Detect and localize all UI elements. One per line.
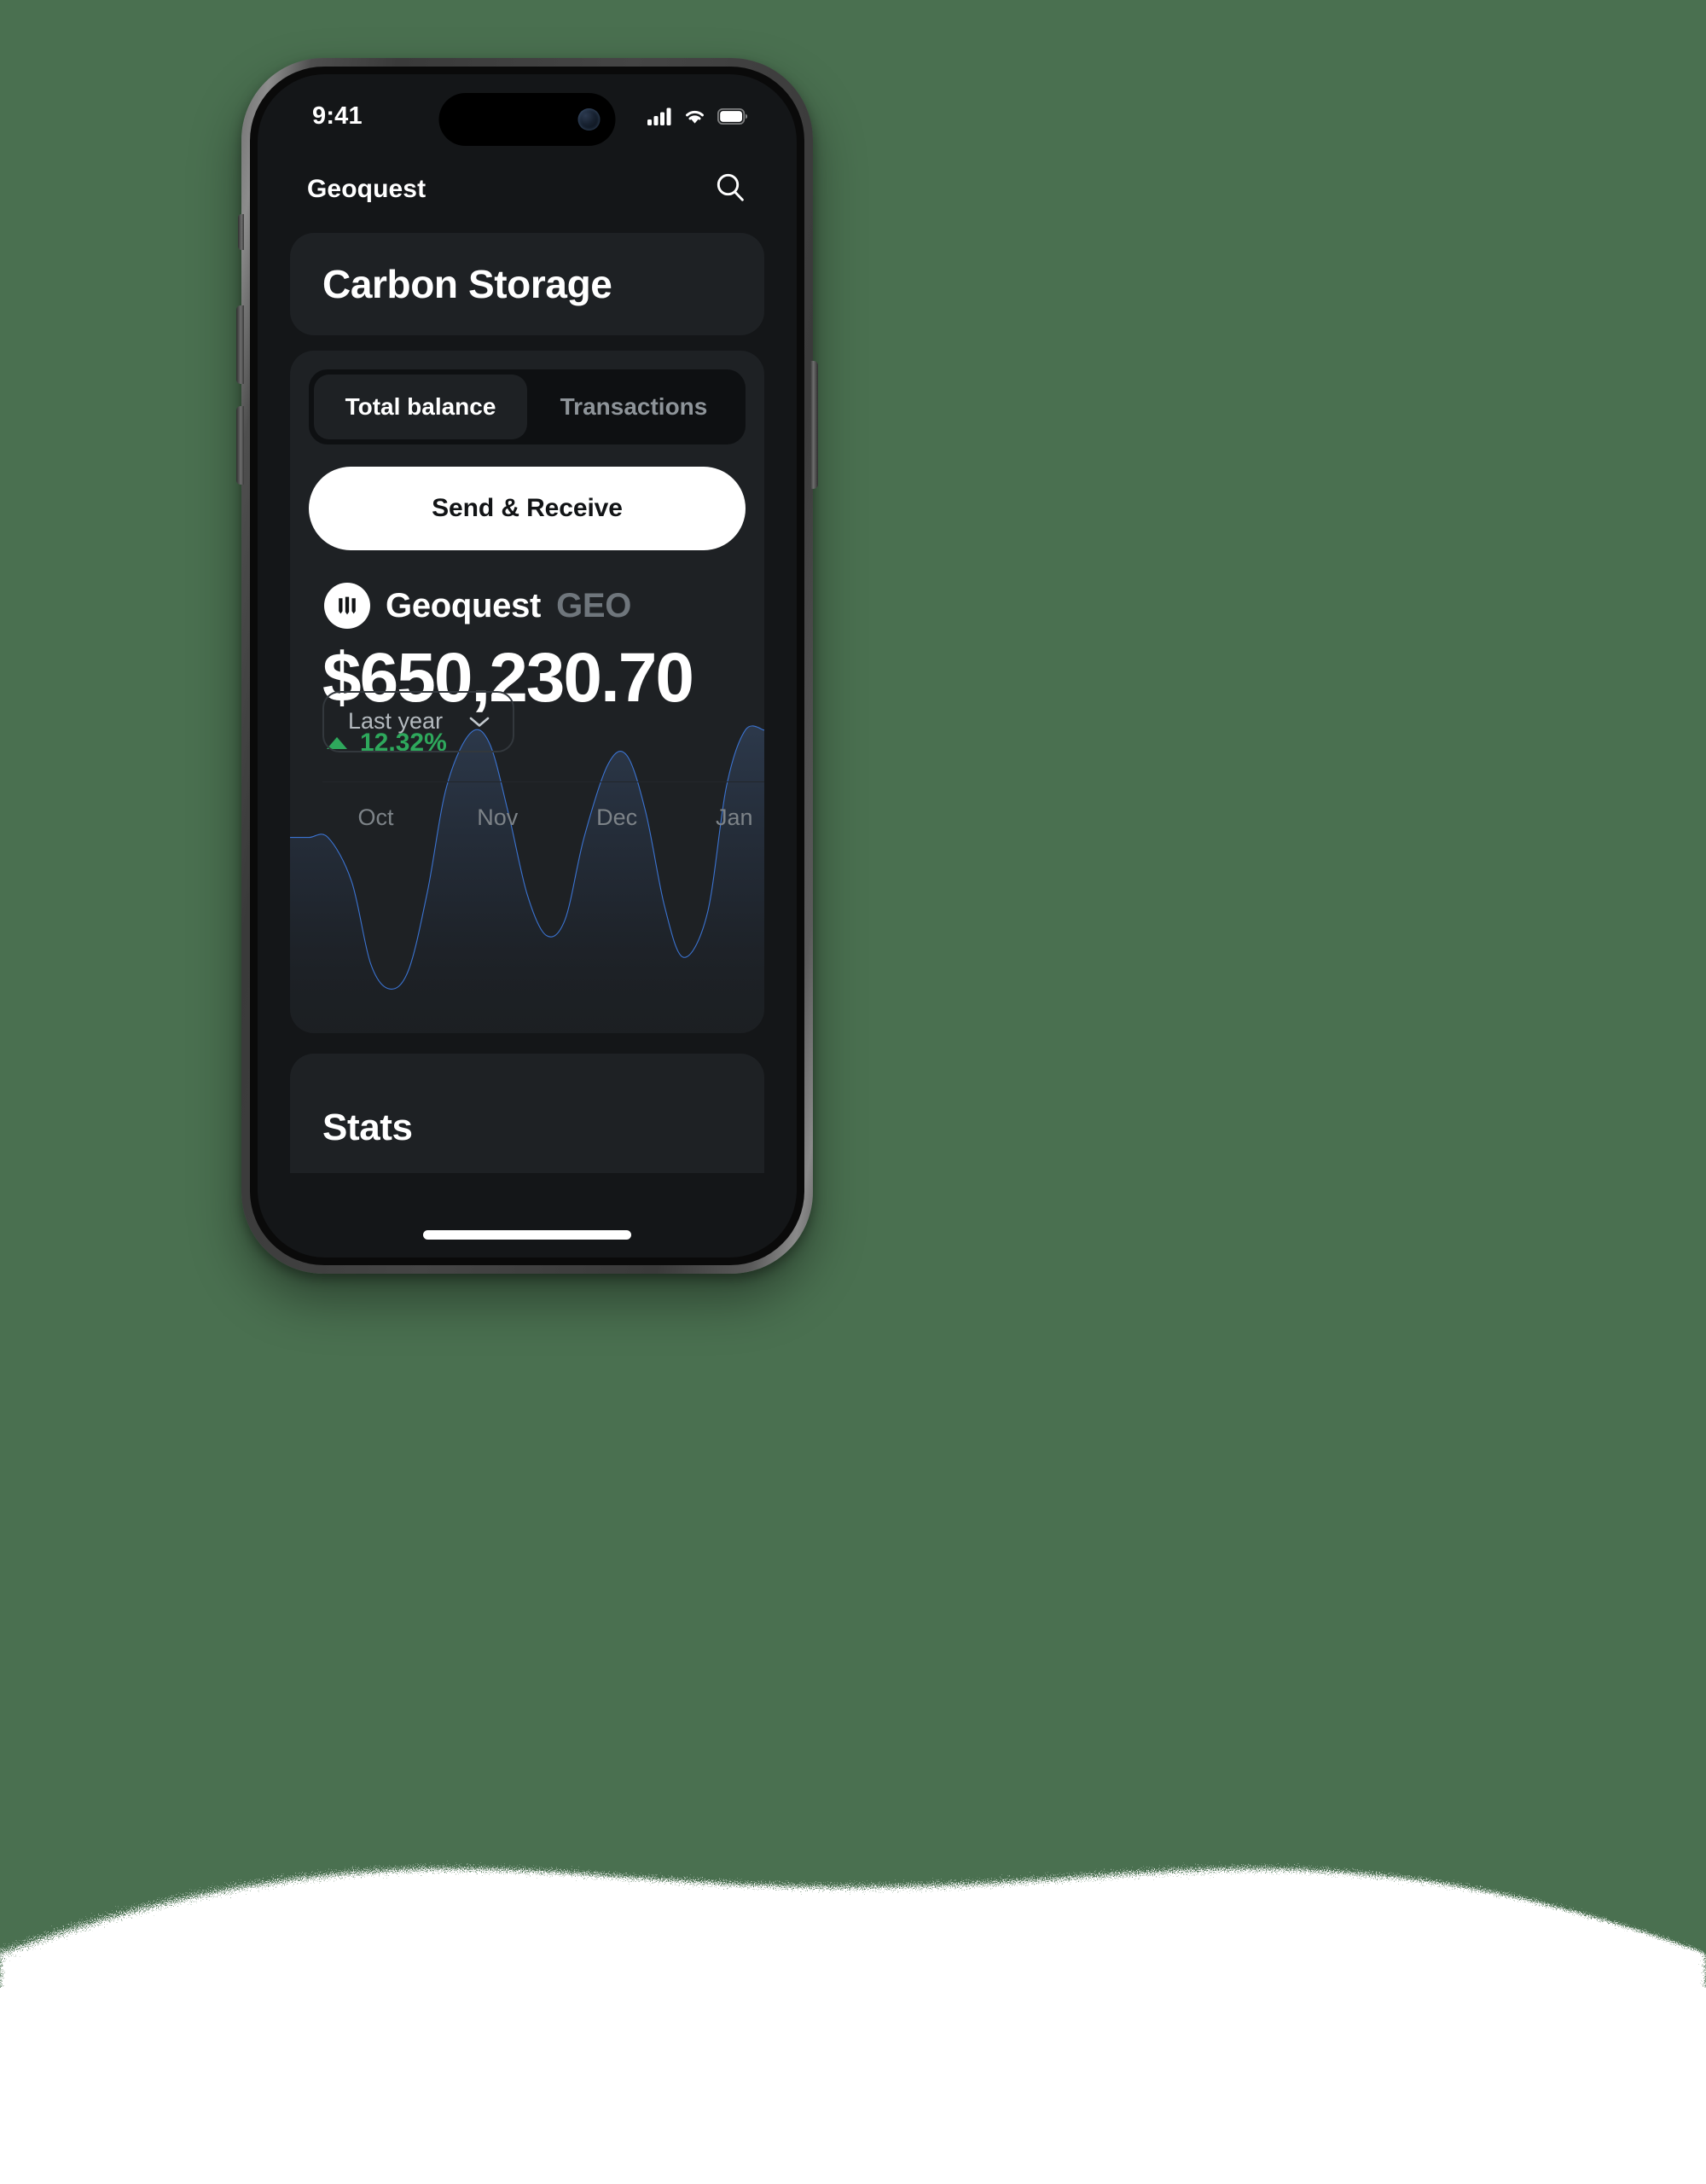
status-time: 9:41: [312, 102, 363, 130]
axis-label-jan: Jan: [716, 804, 753, 830]
battery-icon: [717, 107, 747, 125]
search-icon: [717, 173, 744, 201]
page-title-card: Carbon Storage: [290, 233, 764, 335]
app-title: Geoquest: [307, 175, 426, 203]
token-row: Geoquest GEO: [290, 550, 764, 629]
tab-total-balance[interactable]: Total balance: [314, 375, 527, 439]
tab-transactions[interactable]: Transactions: [527, 375, 740, 439]
volume-up-button[interactable]: [236, 305, 244, 384]
chart-controls: Last year Oct Nov Dec Jan: [290, 684, 764, 830]
chart-x-axis-labels: Oct Nov Dec Jan: [322, 782, 764, 830]
chevron-down-icon: [469, 717, 490, 727]
app-header: Geoquest: [258, 153, 797, 219]
stats-card[interactable]: Stats: [290, 1054, 764, 1173]
axis-label-nov: Nov: [477, 804, 519, 830]
phone-device-frame: 9:41 Geoquest Carbon Storage Total balan…: [236, 58, 818, 1274]
balance-card: Total balance Transactions Send & Receiv…: [290, 351, 764, 1033]
volume-down-button[interactable]: [236, 406, 244, 485]
phone-screen: 9:41 Geoquest Carbon Storage Total balan…: [258, 74, 797, 1258]
silent-switch-button[interactable]: [238, 214, 244, 250]
front-camera-icon: [577, 108, 601, 131]
dynamic-island: [438, 93, 616, 146]
stats-title: Stats: [322, 1107, 413, 1148]
geoquest-logo-icon: [324, 583, 370, 629]
range-select-value: Last year: [348, 708, 444, 735]
segmented-tabs: Total balance Transactions: [309, 369, 746, 444]
token-name: Geoquest: [386, 586, 542, 624]
page-title: Carbon Storage: [322, 262, 612, 306]
background-snow: [0, 1587, 1706, 2184]
phone-bezel: 9:41 Geoquest Carbon Storage Total balan…: [250, 67, 804, 1265]
status-icons: [647, 107, 747, 125]
power-button[interactable]: [810, 361, 818, 489]
home-indicator[interactable]: [423, 1230, 631, 1240]
wifi-icon: [686, 110, 704, 124]
cellular-signal-icon: [647, 107, 671, 125]
search-button[interactable]: [708, 166, 752, 214]
token-symbol: GEO: [556, 586, 632, 624]
send-receive-button[interactable]: Send & Receive: [309, 467, 746, 550]
axis-label-oct: Oct: [357, 804, 394, 830]
range-select-dropdown[interactable]: Last year: [322, 690, 515, 752]
axis-label-dec: Dec: [596, 804, 638, 830]
